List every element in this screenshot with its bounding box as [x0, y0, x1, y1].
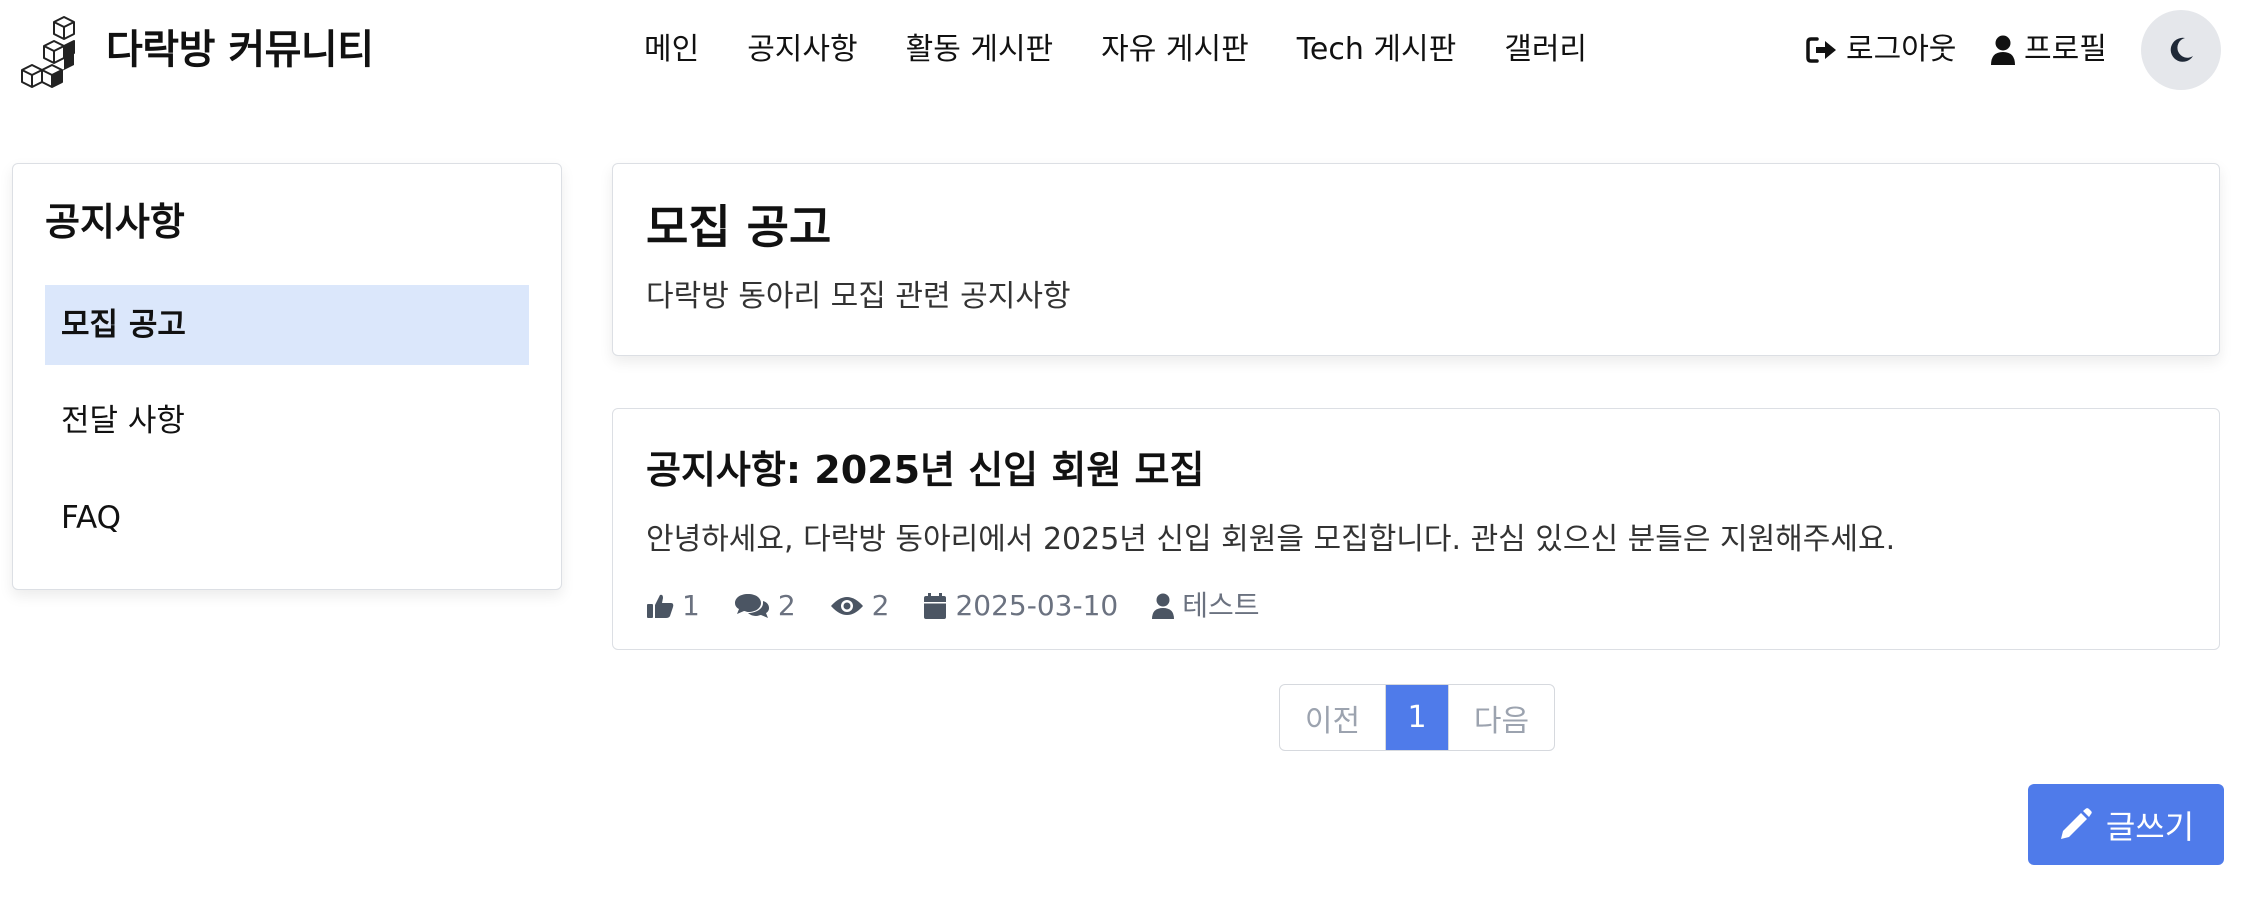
- post-excerpt: 안녕하세요, 다락방 동아리에서 2025년 신입 회원을 모집합니다. 관심 …: [646, 522, 1896, 557]
- sidebar-item-recruitment[interactable]: 모집 공고: [45, 285, 529, 365]
- post-meta: 1 2 2 2025-03-10 테스트: [646, 579, 1294, 633]
- brand-name[interactable]: 다락방 커뮤니티: [106, 22, 374, 78]
- post-date: 2025-03-10: [923, 579, 1118, 633]
- eye-icon: [830, 597, 863, 615]
- comments-count: 2: [734, 579, 796, 633]
- prev-page-button[interactable]: 이전: [1280, 685, 1386, 750]
- next-page-button[interactable]: 다음: [1448, 685, 1554, 750]
- post-author: 테스트: [1152, 579, 1260, 633]
- top-navbar: 다락방 커뮤니티 메인 공지사항 활동 게시판 자유 게시판 Tech 게시판 …: [0, 0, 2250, 102]
- category-header-card: 모집 공고 다락방 동아리 모집 관련 공지사항: [612, 163, 2220, 356]
- write-post-button[interactable]: 글쓰기: [2028, 784, 2224, 865]
- nav-item-activity-board[interactable]: 활동 게시판: [906, 24, 1054, 76]
- current-page-button[interactable]: 1: [1386, 685, 1448, 750]
- sign-out-icon: [1806, 37, 1836, 63]
- profile-label: 프로필: [2024, 32, 2107, 67]
- profile-link[interactable]: 프로필: [1990, 24, 2107, 76]
- theme-toggle-button[interactable]: [2141, 10, 2221, 90]
- nav-item-notice[interactable]: 공지사항: [747, 24, 857, 76]
- sidebar: 공지사항 모집 공고 전달 사항 FAQ: [12, 163, 562, 590]
- post-title[interactable]: 공지사항: 2025년 신입 회원 모집: [646, 443, 1204, 497]
- nav-item-free-board[interactable]: 자유 게시판: [1101, 24, 1249, 76]
- sidebar-item-announcements[interactable]: 전달 사항: [45, 381, 529, 461]
- thumbs-up-icon: [647, 594, 674, 618]
- calendar-icon: [924, 593, 947, 619]
- views-count: 2: [830, 579, 889, 633]
- sidebar-item-faq[interactable]: FAQ: [45, 478, 529, 558]
- likes-count: 1: [646, 579, 700, 633]
- post-card[interactable]: 공지사항: 2025년 신입 회원 모집 안녕하세요, 다락방 동아리에서 20…: [612, 408, 2220, 650]
- user-icon: [1152, 593, 1175, 619]
- pagination: 이전 1 다음: [1279, 684, 1555, 751]
- stacked-cubes-icon[interactable]: [20, 10, 80, 92]
- nav-item-gallery[interactable]: 갤러리: [1504, 24, 1587, 76]
- logout-link[interactable]: 로그아웃: [1806, 24, 1956, 76]
- moon-icon: [2170, 37, 2193, 62]
- logout-label: 로그아웃: [1846, 32, 1957, 67]
- main-nav: 메인 공지사항 활동 게시판 자유 게시판 Tech 게시판 갤러리: [644, 24, 1587, 76]
- user-icon: [1991, 35, 2015, 65]
- nav-item-main[interactable]: 메인: [644, 24, 699, 76]
- pencil-icon: [2060, 807, 2092, 839]
- category-description: 다락방 동아리 모집 관련 공지사항: [646, 279, 1071, 314]
- sidebar-title: 공지사항: [45, 200, 185, 244]
- page-title: 모집 공고: [646, 200, 832, 254]
- write-button-label: 글쓰기: [2105, 807, 2195, 846]
- nav-item-tech-board[interactable]: Tech 게시판: [1297, 24, 1457, 76]
- comments-icon: [734, 594, 769, 618]
